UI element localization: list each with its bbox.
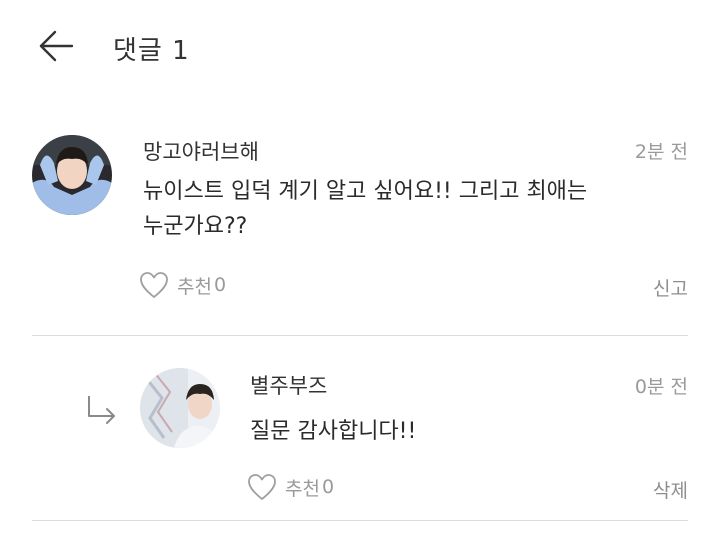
reply-arrow-icon [88,396,115,424]
comment-text-line-2: 누군가요?? [143,214,248,239]
page-title: 댓글 1 [113,36,190,66]
reply-author: 별주부즈 [250,374,328,398]
reply-time: 0분 전 [634,376,688,398]
divider [32,335,688,336]
delete-button[interactable]: 삭제 [653,476,688,503]
like-count: 0 [321,476,335,498]
divider [32,520,688,521]
back-button[interactable] [36,28,76,64]
like-button[interactable]: 추천 0 [247,473,334,501]
reply-text: 질문 감사합니다!! [250,419,417,444]
comment-time: 2분 전 [634,141,688,163]
like-label: 추천 [285,477,320,500]
avatar[interactable] [140,368,220,448]
like-label: 추천 [177,275,212,298]
comment-text-line-1: 뉴이스트 입덕 계기 알고 싶어요!! 그리고 최애는 [143,179,588,204]
like-count: 0 [213,274,227,296]
avatar[interactable] [32,135,112,215]
like-button[interactable]: 추천 0 [139,271,226,299]
header-bar: 댓글 1 [0,0,720,95]
report-button[interactable]: 신고 [653,274,688,301]
comment-author: 망고야러브해 [143,140,259,164]
heart-outline-icon [248,474,276,500]
heart-outline-icon [140,272,168,298]
arrow-left-icon[interactable] [36,28,76,64]
